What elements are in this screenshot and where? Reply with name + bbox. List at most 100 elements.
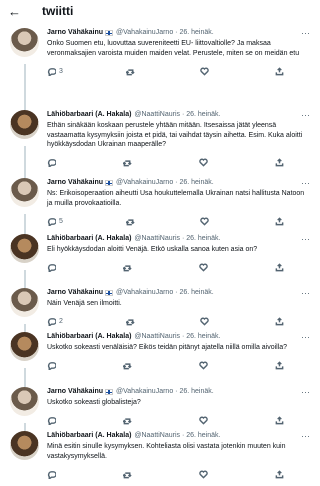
more-options-icon[interactable]: ··· (301, 431, 310, 441)
finland-flag-icon (105, 290, 114, 296)
reply-button[interactable]: 5 (47, 217, 63, 226)
retweet-button[interactable] (123, 263, 135, 272)
like-button[interactable] (199, 416, 211, 425)
tweet[interactable]: Lähiöbarbaari (A. Hakala) @NaattiNauris … (0, 104, 318, 178)
avatar[interactable] (10, 110, 39, 139)
tweet-content: Lähiöbarbaari (A. Hakala) @NaattiNauris … (47, 332, 310, 381)
reply-button[interactable]: 3 (47, 67, 63, 76)
more-options-icon[interactable]: ··· (301, 110, 310, 120)
tweet-text: Onko Suomen etu, luovuttaa suvereniteett… (47, 40, 300, 57)
avatar[interactable] (10, 178, 39, 207)
share-button[interactable] (275, 66, 287, 76)
share-button[interactable] (275, 216, 287, 226)
author-handle[interactable]: @VahakainuJarno (116, 28, 173, 38)
like-button[interactable] (199, 263, 211, 272)
reply-button[interactable] (47, 158, 59, 167)
author-name[interactable]: Lähiöbarbaari (A. Hakala) (47, 110, 131, 120)
tweet[interactable]: Jarno Vähäkainu @VahakainuJarno · 26. hei… (0, 282, 318, 332)
author-name[interactable]: Lähiöbarbaari (A. Hakala) (47, 234, 131, 244)
reply-icon (47, 159, 56, 167)
more-options-icon[interactable]: ··· (301, 28, 310, 38)
tweet[interactable]: Jarno Vähäkainu @VahakainuJarno · 26. hei… (0, 22, 318, 110)
retweet-button[interactable] (125, 217, 138, 226)
retweet-button[interactable] (123, 158, 135, 167)
like-button[interactable] (199, 158, 211, 167)
reply-button[interactable] (47, 361, 59, 370)
avatar[interactable] (10, 288, 39, 317)
author-handle[interactable]: @NaattiNauris (134, 431, 180, 441)
retweet-button[interactable] (123, 416, 135, 425)
retweet-button[interactable] (125, 317, 138, 326)
author-name[interactable]: Lähiöbarbaari (A. Hakala) (47, 332, 131, 342)
retweet-button[interactable] (123, 361, 135, 370)
share-button[interactable] (275, 361, 287, 370)
retweet-icon (125, 68, 135, 75)
author-name[interactable]: Jarno Vähäkainu (47, 28, 103, 38)
more-options-icon[interactable]: ··· (301, 288, 310, 298)
tweet[interactable]: Lähiöbarbaari (A. Hakala) @NaattiNauris … (0, 228, 318, 288)
like-button[interactable] (200, 67, 212, 76)
share-button[interactable] (275, 158, 287, 167)
avatar[interactable] (10, 387, 39, 416)
reply-count: 5 (59, 217, 63, 225)
author-handle[interactable]: @VahakainuJarno (116, 178, 173, 188)
tweet-actions: 5 (47, 215, 287, 227)
tweet-timestamp[interactable]: 26. heinäk. (179, 387, 213, 397)
author-handle[interactable]: @NaattiNauris (134, 110, 180, 120)
tweet[interactable]: Jarno Vähäkainu @VahakainuJarno · 26. hei… (0, 172, 318, 234)
more-options-icon[interactable]: ··· (301, 332, 310, 342)
tweet[interactable]: Lähiöbarbaari (A. Hakala) @NaattiNauris … (0, 326, 318, 387)
tweet-text: Ethän sinäkään koskaan perustele yhtään … (47, 122, 303, 148)
arrow-left-icon[interactable]: ← (8, 5, 28, 18)
tweet-timestamp[interactable]: 26. heinäk. (179, 28, 213, 38)
tweet-timestamp[interactable]: 26. heinäk. (186, 110, 220, 120)
reply-icon (47, 217, 56, 226)
like-button[interactable] (199, 470, 211, 479)
author-handle[interactable]: @VahakainuJarno (116, 288, 173, 298)
reply-button[interactable] (47, 416, 59, 425)
author-handle[interactable]: @NaattiNauris (134, 234, 180, 244)
more-options-icon[interactable]: ··· (301, 387, 310, 397)
tweet-timestamp[interactable]: 26. heinäk. (186, 234, 220, 244)
more-options-icon[interactable]: ··· (301, 178, 310, 188)
avatar[interactable] (10, 234, 39, 263)
tweet[interactable]: Jarno Vähäkainu @VahakainuJarno · 26. hei… (0, 381, 318, 431)
share-button[interactable] (275, 317, 287, 326)
like-button[interactable] (200, 217, 212, 226)
reply-button[interactable] (47, 263, 59, 272)
tweet-text: Näin Venäjä sen ilmoitti. (47, 300, 122, 307)
retweet-button[interactable] (125, 67, 138, 76)
avatar[interactable] (10, 431, 39, 460)
retweet-icon (125, 218, 135, 225)
retweet-icon (123, 265, 132, 272)
like-icon (199, 416, 208, 425)
author-handle[interactable]: @NaattiNauris (134, 332, 180, 342)
reply-button[interactable]: 2 (47, 317, 63, 326)
avatar[interactable] (10, 28, 39, 57)
tweet-content: Lähiöbarbaari (A. Hakala) @NaattiNauris … (47, 234, 310, 282)
share-button[interactable] (275, 469, 287, 479)
like-icon (199, 158, 208, 167)
tweet[interactable]: Lähiöbarbaari (A. Hakala) @NaattiNauris … (0, 425, 318, 479)
author-name[interactable]: Jarno Vähäkainu (47, 178, 103, 188)
tweet-timestamp[interactable]: 26. heinäk. (179, 178, 213, 188)
author-handle[interactable]: @VahakainuJarno (116, 387, 173, 397)
tweet-content: Lähiöbarbaari (A. Hakala) @NaattiNauris … (47, 110, 310, 172)
author-name[interactable]: Jarno Vähäkainu (47, 288, 103, 298)
reply-button[interactable] (47, 470, 59, 479)
tweet-timestamp[interactable]: 26. heinäk. (186, 332, 220, 342)
tweet-timestamp[interactable]: 26. heinäk. (179, 288, 213, 298)
avatar[interactable] (10, 332, 39, 361)
like-button[interactable] (200, 317, 212, 326)
like-icon (200, 67, 210, 76)
share-icon (275, 361, 284, 370)
share-button[interactable] (275, 263, 287, 272)
tweet-actions (47, 157, 287, 169)
retweet-button[interactable] (123, 470, 135, 479)
like-button[interactable] (199, 361, 211, 370)
author-name[interactable]: Lähiöbarbaari (A. Hakala) (47, 431, 131, 441)
share-button[interactable] (275, 416, 287, 425)
tweet-timestamp[interactable]: 26. heinäk. (186, 431, 220, 441)
author-name[interactable]: Jarno Vähäkainu (47, 387, 103, 397)
more-options-icon[interactable]: ··· (301, 234, 310, 244)
